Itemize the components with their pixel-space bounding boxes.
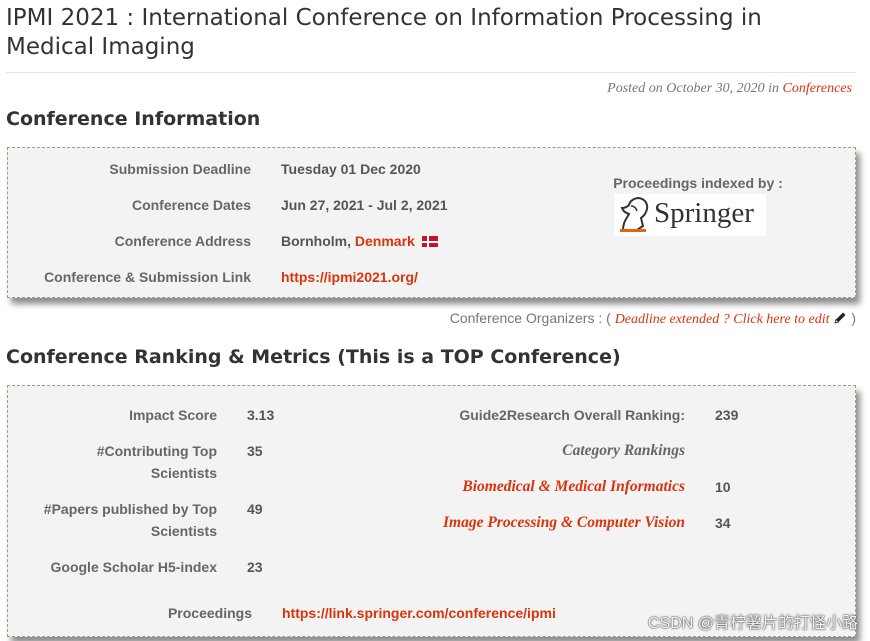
category-rankings-heading: Category Rankings — [562, 442, 685, 459]
edit-deadline-link[interactable]: Deadline extended ? Click here to edit — [615, 312, 830, 327]
country-link[interactable]: Denmark — [355, 233, 415, 249]
conference-dates-label: Conference Dates — [131, 197, 251, 213]
organizers-line: Conference Organizers : ( Deadline exten… — [450, 310, 856, 328]
metrics-box: Impact Score 3.13 #Contributing Top Scie… — [7, 385, 856, 637]
proceedings-label: Proceedings — [167, 605, 252, 621]
proceedings-link[interactable]: https://link.springer.com/conference/ipm… — [282, 605, 556, 621]
category-biomedical-link[interactable]: Biomedical & Medical Informatics — [408, 476, 685, 498]
submission-deadline-value: Tuesday 01 Dec 2020 — [281, 161, 421, 177]
contributing-scientists-value: 35 — [247, 443, 263, 459]
csdn-watermark: CSDN @青柠薯片的打怪小路 — [647, 615, 858, 632]
h5-index-value: 23 — [247, 559, 263, 575]
proceedings-indexed-label: Proceedings indexed by : — [613, 175, 783, 191]
impact-score-label: Impact Score — [129, 407, 217, 423]
conference-dates-value: Jun 27, 2021 - Jul 2, 2021 — [281, 197, 448, 213]
category-link[interactable]: Conferences — [783, 81, 852, 96]
address-city: Bornholm, — [281, 233, 351, 249]
pencil-icon[interactable] — [833, 311, 847, 325]
submission-link-label: Conference & Submission Link — [44, 269, 251, 285]
denmark-flag-icon — [421, 236, 438, 247]
posted-meta: Posted on October 30, 2020 in Conference… — [607, 81, 852, 97]
proceedings-value: https://link.springer.com/conference/ipm… — [282, 602, 556, 624]
submission-deadline-label: Submission Deadline — [109, 161, 251, 177]
h5-index-label: Google Scholar H5-index — [50, 559, 217, 575]
title-divider — [6, 72, 856, 73]
springer-wordmark: Springer — [654, 197, 754, 229]
conference-address-value: Bornholm, Denmark — [281, 230, 438, 252]
impact-score-value: 3.13 — [247, 407, 275, 423]
papers-top-scientists-label: #Papers published by Top Scientists — [43, 501, 217, 539]
metrics-heading: Conference Ranking & Metrics (This is a … — [6, 346, 621, 368]
papers-top-scientists-value: 49 — [247, 501, 263, 517]
organizers-prefix: Conference Organizers : ( — [449, 310, 611, 326]
overall-ranking-label: Guide2Research Overall Ranking: — [459, 407, 685, 423]
category-biomedical-value: 10 — [715, 479, 731, 495]
conference-info-heading: Conference Information — [6, 108, 261, 130]
springer-logo[interactable]: Springer — [614, 194, 766, 236]
page-title: IPMI 2021 : International Conference on … — [6, 5, 762, 60]
springer-horse-icon — [620, 196, 649, 232]
conference-address-label: Conference Address — [114, 233, 251, 249]
posted-date: Posted on October 30, 2020 in — [607, 81, 780, 96]
organizers-suffix: ) — [851, 310, 856, 326]
category-image-processing-value: 34 — [715, 515, 731, 531]
overall-ranking-value: 239 — [715, 407, 739, 423]
category-image-processing-link[interactable]: Image Processing & Computer Vision — [428, 512, 685, 534]
submission-link[interactable]: https://ipmi2021.org/ — [281, 269, 418, 285]
conference-info-box: Submission Deadline Tuesday 01 Dec 2020 … — [7, 147, 856, 298]
contributing-scientists-label: #Contributing Top Scientists — [96, 443, 217, 481]
submission-link-value: https://ipmi2021.org/ — [281, 266, 418, 288]
